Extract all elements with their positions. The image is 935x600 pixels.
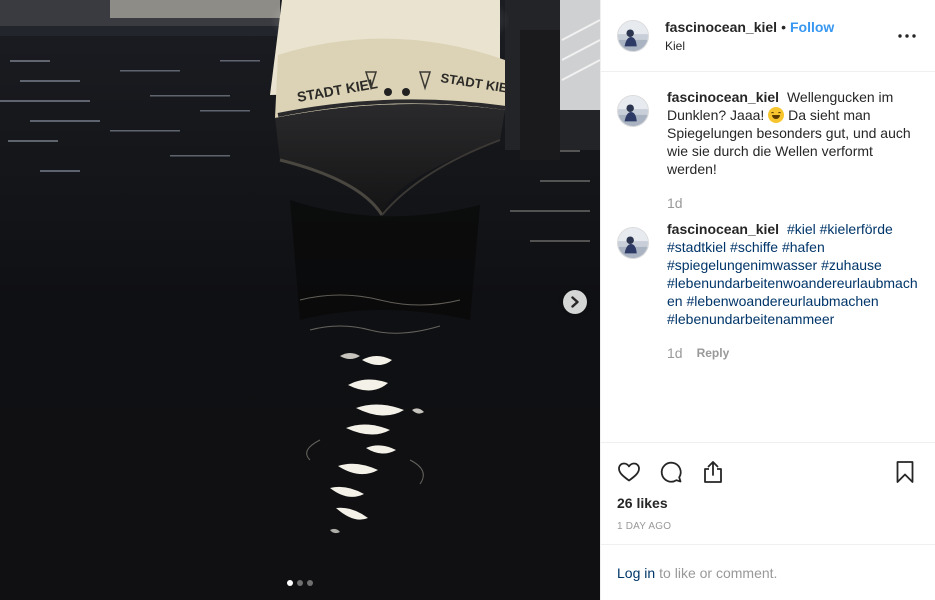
hashtag-link[interactable]: #hafen <box>782 239 825 255</box>
comment-username[interactable]: fascinocean_kiel <box>667 221 779 237</box>
heart-icon[interactable] <box>617 460 641 484</box>
carousel-dot <box>297 580 303 586</box>
grinning-face-icon <box>768 107 785 123</box>
instagram-post: STADT KIEL STADT KIE fascinocean_kiel • … <box>0 0 935 600</box>
more-options-icon[interactable] <box>895 24 919 48</box>
next-photo-button[interactable] <box>563 290 587 314</box>
hashtag-link[interactable]: #stadtkiel <box>667 239 726 255</box>
comments-list: fascinocean_kiel Wellengucken im Dunklen… <box>601 72 935 442</box>
avatar[interactable] <box>617 95 649 127</box>
comment-text: fascinocean_kiel #kiel #kielerförde #sta… <box>667 220 919 328</box>
comment-icon[interactable] <box>659 460 683 484</box>
login-prompt-text: to like or comment. <box>659 564 778 581</box>
carousel-indicator <box>0 580 600 586</box>
reply-button[interactable]: Reply <box>697 344 730 362</box>
comment-username[interactable]: fascinocean_kiel <box>667 89 779 105</box>
likes-count[interactable]: 26 likes <box>617 495 919 511</box>
hashtag-link[interactable]: #lebenwoandereurlaubmachen <box>686 293 878 309</box>
post-photo[interactable]: STADT KIEL STADT KIE <box>0 0 600 600</box>
hashtag-link[interactable]: #kiel <box>787 221 816 237</box>
list-item: fascinocean_kiel #kiel #kielerförde #sta… <box>617 220 919 362</box>
share-icon[interactable] <box>701 460 725 484</box>
post-location[interactable]: Kiel <box>665 39 834 53</box>
comment-time[interactable]: 1d <box>667 344 683 362</box>
post-header: fascinocean_kiel • Follow Kiel <box>601 0 935 72</box>
login-prompt: Log in to like or comment. <box>601 544 935 600</box>
avatar[interactable] <box>617 227 649 259</box>
post-date: 1 DAY AGO <box>617 521 672 532</box>
bookmark-icon[interactable] <box>893 460 917 484</box>
post-author-username[interactable]: fascinocean_kiel <box>665 19 777 35</box>
post-actions: 26 likes 1 DAY AGO <box>601 442 935 544</box>
carousel-dot <box>287 580 293 586</box>
comment-time[interactable]: 1d <box>667 194 683 212</box>
hashtag-link[interactable]: #spiegelungenimwasser <box>667 257 817 273</box>
profile-photo-icon <box>618 96 648 126</box>
profile-photo-icon <box>618 228 648 258</box>
hashtag-link[interactable]: #lebenundarbeitenammeer <box>667 311 834 327</box>
chevron-right-icon <box>571 296 579 308</box>
separator-dot: • <box>781 18 786 35</box>
hashtag-link[interactable]: #zuhause <box>821 257 882 273</box>
avatar[interactable] <box>617 19 649 52</box>
hashtag-link[interactable]: #schiffe <box>730 239 778 255</box>
harbor-night-photo: STADT KIEL STADT KIE <box>0 0 600 600</box>
list-item: fascinocean_kiel Wellengucken im Dunklen… <box>617 88 919 212</box>
profile-photo-icon <box>618 20 648 51</box>
hashtag-link[interactable]: #kielerförde <box>820 221 893 237</box>
login-link[interactable]: Log in <box>617 565 655 581</box>
carousel-dot <box>307 580 313 586</box>
post-details-panel: fascinocean_kiel • Follow Kiel fascinoce… <box>600 0 935 600</box>
comment-text: fascinocean_kiel Wellengucken im Dunklen… <box>667 88 919 178</box>
follow-button[interactable]: Follow <box>790 19 834 35</box>
